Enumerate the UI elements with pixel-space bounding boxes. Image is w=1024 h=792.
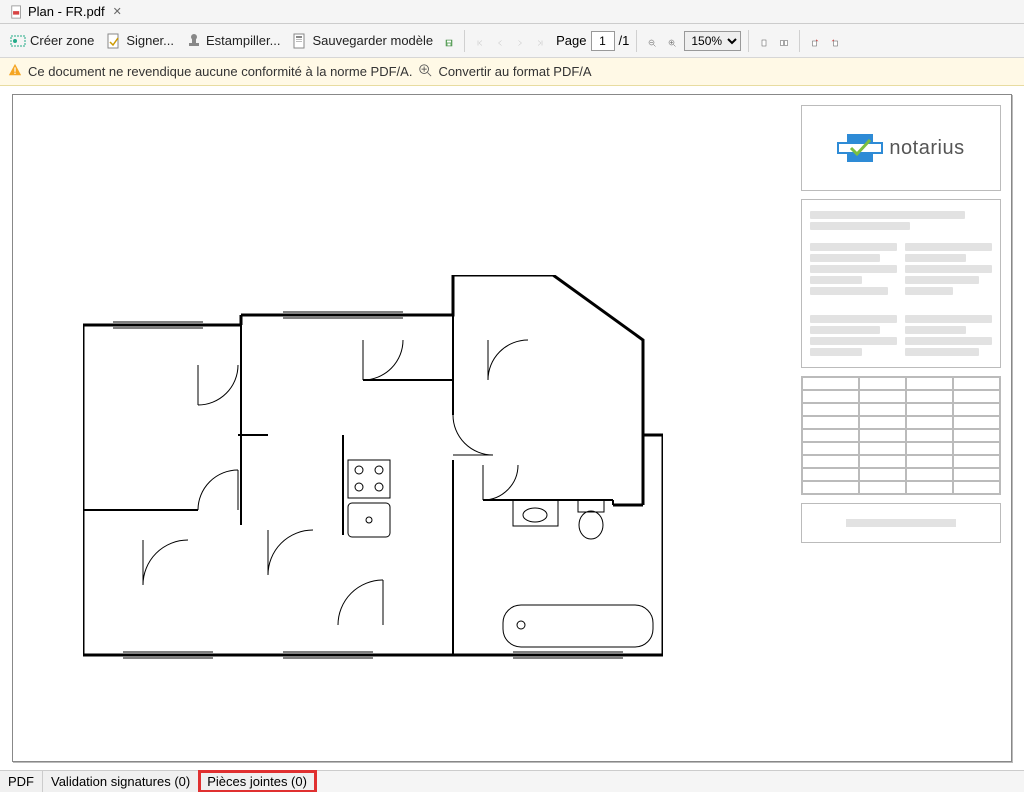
create-zone-icon bbox=[10, 33, 26, 49]
save-model-label: Sauvegarder modèle bbox=[312, 33, 433, 48]
toolbar-separator bbox=[636, 30, 637, 52]
pdf-page: notarius bbox=[12, 94, 1012, 762]
pdfa-message: Ce document ne revendique aucune conform… bbox=[28, 64, 412, 79]
warning-icon bbox=[8, 63, 22, 80]
nav-last-icon[interactable] bbox=[532, 33, 548, 49]
zoom-select[interactable]: 150% bbox=[684, 31, 741, 51]
rotate-right-icon[interactable] bbox=[827, 33, 843, 49]
stamp-label: Estampiller... bbox=[206, 33, 280, 48]
info-panel-top bbox=[801, 199, 1001, 368]
brand-name: notarius bbox=[889, 137, 964, 160]
title-block-column: notarius bbox=[801, 105, 1001, 751]
create-zone-label: Créer zone bbox=[30, 33, 94, 48]
document-tab-bar: Plan - FR.pdf ✕ bbox=[0, 0, 1024, 24]
brand-panel: notarius bbox=[801, 105, 1001, 191]
toolbar-separator bbox=[748, 30, 749, 52]
stamp-button[interactable]: Estampiller... bbox=[182, 31, 284, 51]
close-tab-icon[interactable]: ✕ bbox=[113, 5, 122, 18]
stamp-panel bbox=[801, 503, 1001, 543]
bottom-tab-bar: PDF Validation signatures (0) Pièces joi… bbox=[0, 770, 1024, 792]
document-tab-title: Plan - FR.pdf bbox=[28, 4, 105, 19]
sign-button[interactable]: Signer... bbox=[102, 31, 178, 51]
save-model-button[interactable]: Sauvegarder modèle bbox=[288, 31, 437, 51]
document-tab[interactable]: Plan - FR.pdf ✕ bbox=[4, 2, 128, 21]
zoom-in-icon[interactable] bbox=[664, 33, 680, 49]
sign-label: Signer... bbox=[126, 33, 174, 48]
create-zone-button[interactable]: Créer zone bbox=[6, 31, 98, 51]
toolbar-separator bbox=[799, 30, 800, 52]
tab-attachments[interactable]: Pièces jointes (0) bbox=[199, 771, 316, 792]
notarius-logo-icon bbox=[837, 128, 883, 168]
page-number-input[interactable] bbox=[591, 31, 615, 51]
page-total: /1 bbox=[619, 33, 630, 48]
zoom-out-icon[interactable] bbox=[644, 33, 660, 49]
pdfa-info-bar: Ce document ne revendique aucune conform… bbox=[0, 58, 1024, 86]
tab-validation-signatures[interactable]: Validation signatures (0) bbox=[43, 771, 199, 792]
main-toolbar: Créer zone Signer... Estampiller... Sauv… bbox=[0, 24, 1024, 58]
page-label: Page bbox=[556, 33, 586, 48]
sign-icon bbox=[106, 33, 122, 49]
pdf-file-icon bbox=[10, 5, 24, 19]
stamp-icon bbox=[186, 33, 202, 49]
floor-plan-drawing bbox=[83, 275, 663, 675]
convert-pdfa-link[interactable]: Convertir au format PDF/A bbox=[438, 64, 591, 79]
rotate-left-icon[interactable] bbox=[807, 33, 823, 49]
document-viewer[interactable]: notarius bbox=[0, 86, 1024, 770]
nav-first-icon[interactable] bbox=[472, 33, 488, 49]
save-model-icon bbox=[292, 33, 308, 49]
convert-icon bbox=[418, 63, 432, 80]
save-button[interactable] bbox=[441, 33, 457, 49]
toolbar-separator bbox=[464, 30, 465, 52]
nav-prev-icon[interactable] bbox=[492, 33, 508, 49]
revision-table bbox=[801, 376, 1001, 495]
nav-next-icon[interactable] bbox=[512, 33, 528, 49]
tab-pdf[interactable]: PDF bbox=[0, 771, 43, 792]
view-two-page-icon[interactable] bbox=[776, 33, 792, 49]
view-single-page-icon[interactable] bbox=[756, 33, 772, 49]
